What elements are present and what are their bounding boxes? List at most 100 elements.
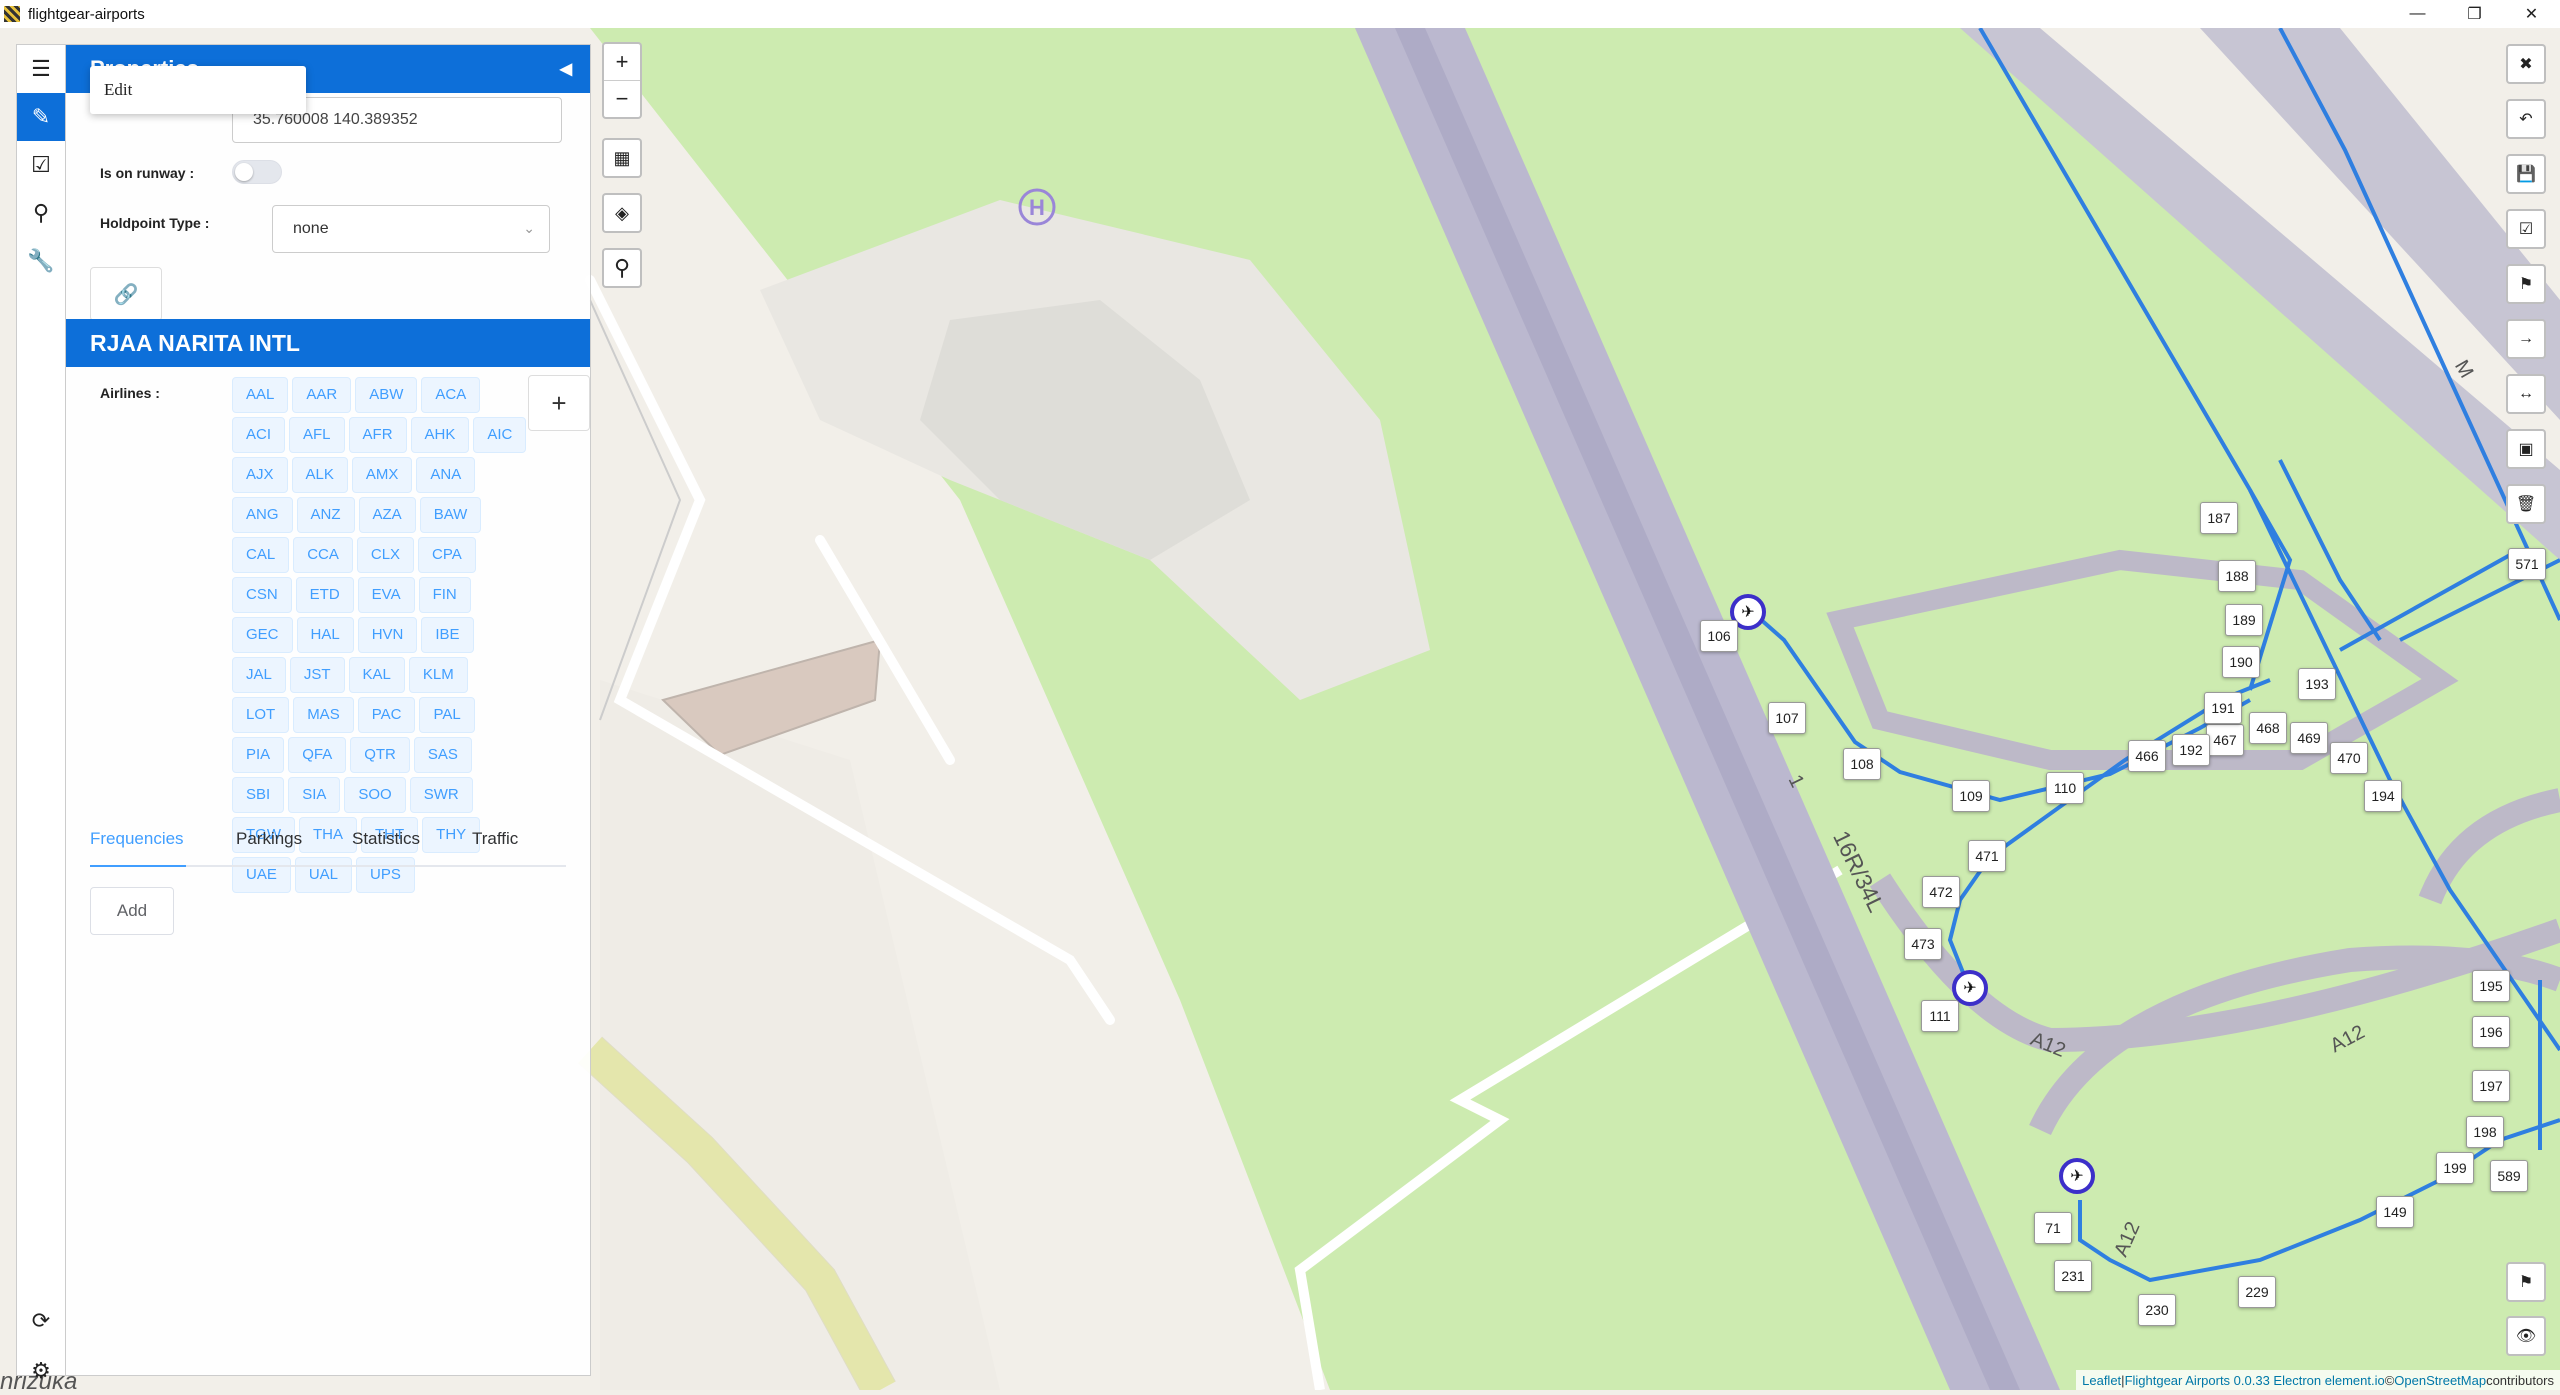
- node-label[interactable]: 468: [2249, 712, 2287, 744]
- menu-icon[interactable]: ☰: [17, 45, 65, 93]
- parking-icon[interactable]: ✈: [2059, 1158, 2095, 1194]
- node-label[interactable]: 231: [2054, 1260, 2092, 1292]
- flag-bottom-icon[interactable]: ⚑: [2506, 1262, 2546, 1302]
- flag-icon[interactable]: ⚑: [2506, 264, 2546, 304]
- is-on-runway-toggle[interactable]: [232, 160, 282, 184]
- airline-tag[interactable]: AHK: [410, 417, 470, 453]
- search-icon[interactable]: ⚲: [17, 189, 65, 237]
- trash-icon[interactable]: 🗑: [2506, 484, 2546, 524]
- close-edit-icon[interactable]: ✖: [2506, 44, 2546, 84]
- airline-tag[interactable]: CCA: [293, 537, 353, 573]
- node-label[interactable]: 71: [2034, 1212, 2072, 1244]
- airline-tag[interactable]: AFL: [289, 417, 345, 453]
- airline-tag[interactable]: AAL: [232, 377, 289, 413]
- airline-tag[interactable]: MAS: [293, 697, 354, 733]
- airline-tag[interactable]: KAL: [348, 657, 405, 693]
- refresh-icon[interactable]: ⟳: [17, 1297, 65, 1345]
- node-label[interactable]: 196: [2472, 1016, 2510, 1048]
- node-label[interactable]: 195: [2472, 970, 2510, 1002]
- node-label[interactable]: 110: [2046, 772, 2084, 804]
- layers-icon[interactable]: ◈: [604, 195, 640, 231]
- airline-tag[interactable]: EVA: [357, 577, 415, 613]
- node-label[interactable]: 188: [2218, 560, 2256, 592]
- airline-tag[interactable]: AJX: [232, 457, 288, 493]
- checklist-icon[interactable]: ☑: [17, 141, 65, 189]
- airline-tag[interactable]: ACI: [232, 417, 286, 453]
- zoom-out-button[interactable]: −: [604, 80, 640, 117]
- airline-tag[interactable]: AZA: [358, 497, 416, 533]
- node-label[interactable]: 471: [1968, 840, 2006, 872]
- airline-tag[interactable]: GEC: [232, 617, 293, 653]
- airline-tag[interactable]: ANG: [232, 497, 293, 533]
- node-label[interactable]: 191: [2204, 692, 2242, 724]
- wrench-icon[interactable]: 🔧: [17, 237, 65, 285]
- tab-parkings[interactable]: Parkings: [236, 829, 302, 849]
- airline-tag[interactable]: SWR: [409, 777, 473, 813]
- eye-icon[interactable]: 👁: [2506, 1316, 2546, 1356]
- airline-tag[interactable]: PAC: [357, 697, 416, 733]
- tab-frequencies[interactable]: Frequencies: [90, 829, 184, 849]
- airline-tag[interactable]: SIA: [288, 777, 341, 813]
- airline-tag[interactable]: PAL: [419, 697, 475, 733]
- node-label[interactable]: 189: [2225, 604, 2263, 636]
- collapse-icon[interactable]: ◀: [560, 59, 572, 79]
- node-label[interactable]: 473: [1904, 928, 1942, 960]
- airline-tag[interactable]: JST: [289, 657, 345, 693]
- holdpoint-type-select[interactable]: none ⌄: [272, 205, 550, 253]
- airline-tag[interactable]: SAS: [413, 737, 472, 773]
- node-label[interactable]: 230: [2138, 1294, 2176, 1326]
- node-label[interactable]: 197: [2472, 1070, 2510, 1102]
- node-label[interactable]: 229: [2238, 1276, 2276, 1308]
- airline-tag[interactable]: ANA: [416, 457, 476, 493]
- node-label[interactable]: 111: [1921, 1000, 1959, 1032]
- node-label[interactable]: 109: [1952, 780, 1990, 812]
- node-label[interactable]: 469: [2290, 722, 2328, 754]
- node-label[interactable]: 470: [2330, 742, 2368, 774]
- airline-tag[interactable]: LOT: [232, 697, 290, 733]
- airline-tag[interactable]: HVN: [357, 617, 418, 653]
- node-label[interactable]: 149: [2376, 1196, 2414, 1228]
- node-label[interactable]: 108: [1843, 748, 1881, 780]
- airline-tag[interactable]: AIC: [473, 417, 527, 453]
- node-label[interactable]: 472: [1922, 876, 1960, 908]
- airline-tag[interactable]: QTR: [350, 737, 410, 773]
- airline-tag[interactable]: HAL: [296, 617, 354, 653]
- undo-icon[interactable]: ↶: [2506, 99, 2546, 139]
- node-label[interactable]: 194: [2364, 780, 2402, 812]
- airline-tag[interactable]: BAW: [419, 497, 482, 533]
- node-label[interactable]: 466: [2128, 740, 2166, 772]
- restore-button[interactable]: ❐: [2446, 0, 2503, 28]
- arrows-both-icon[interactable]: ↔: [2506, 374, 2546, 414]
- node-label[interactable]: 199: [2436, 1152, 2474, 1184]
- link-icon[interactable]: 🔗: [90, 267, 162, 321]
- node-label[interactable]: 467: [2206, 724, 2244, 756]
- airline-tag[interactable]: CSN: [232, 577, 292, 613]
- edit-icon[interactable]: ✎: [17, 93, 65, 141]
- airline-tag[interactable]: SBI: [232, 777, 285, 813]
- airline-tag[interactable]: FIN: [418, 577, 471, 613]
- leaflet-link[interactable]: Leaflet: [2082, 1373, 2121, 1388]
- add-frequency-button[interactable]: Add: [90, 887, 174, 935]
- minimize-button[interactable]: —: [2389, 0, 2446, 28]
- airline-tag[interactable]: QFA: [288, 737, 347, 773]
- airline-tag[interactable]: CPA: [418, 537, 476, 573]
- airline-tag[interactable]: IBE: [421, 617, 474, 653]
- tab-statistics[interactable]: Statistics: [352, 829, 420, 849]
- airline-tag[interactable]: ABW: [355, 377, 418, 413]
- node-label[interactable]: 187: [2200, 502, 2238, 534]
- grid-icon[interactable]: ▦: [604, 140, 640, 176]
- add-airline-button[interactable]: +: [528, 375, 590, 431]
- settings-icon[interactable]: ⚙: [17, 1347, 65, 1395]
- airline-tag[interactable]: PIA: [232, 737, 285, 773]
- check-icon[interactable]: ☑: [2506, 209, 2546, 249]
- node-label[interactable]: 198: [2466, 1116, 2504, 1148]
- node-label[interactable]: 193: [2298, 668, 2336, 700]
- app-link[interactable]: Flightgear Airports 0.0.33 Electron elem…: [2125, 1373, 2385, 1388]
- note-icon[interactable]: ▣: [2506, 429, 2546, 469]
- node-label[interactable]: 192: [2172, 734, 2210, 766]
- airline-tag[interactable]: JAL: [232, 657, 286, 693]
- airline-tag[interactable]: ACA: [421, 377, 481, 413]
- airline-tag[interactable]: ALK: [291, 457, 348, 493]
- airline-tag[interactable]: CAL: [232, 537, 290, 573]
- close-window-button[interactable]: ✕: [2503, 0, 2560, 28]
